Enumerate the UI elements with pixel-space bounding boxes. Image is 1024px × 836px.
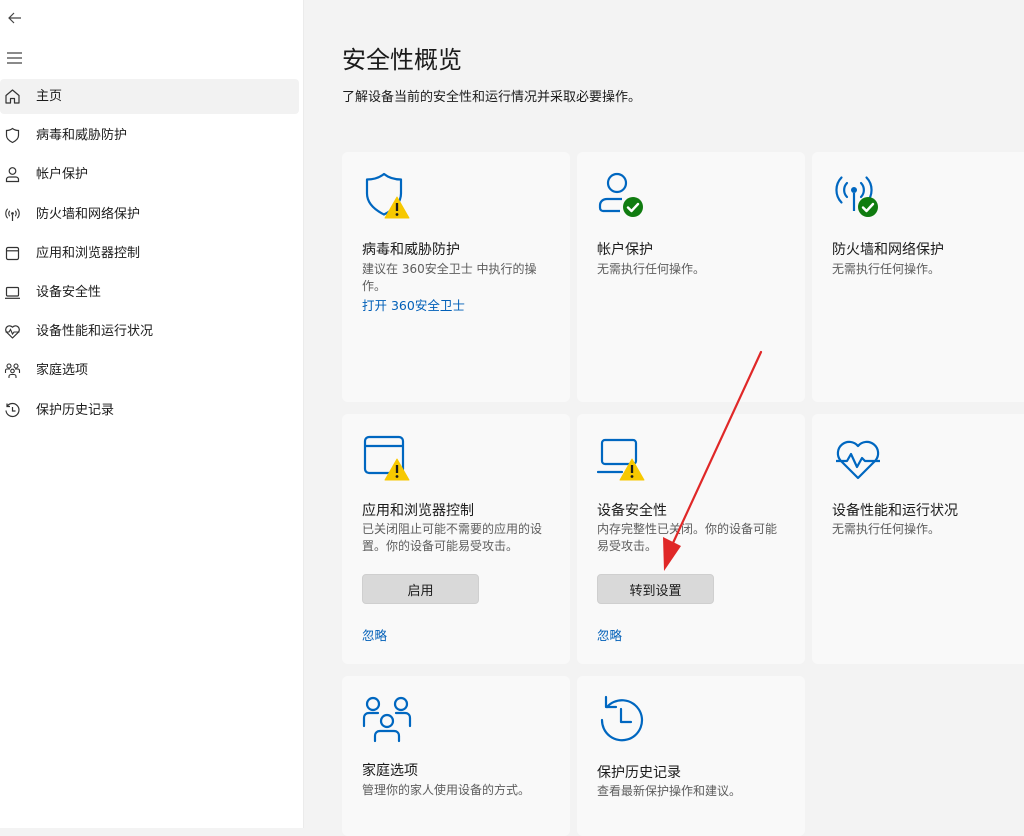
sidebar-nav: 主页 病毒和威胁防护 帐户保护 防火墙和网络保护 应用和浏览器控制 设备安全性 … bbox=[0, 79, 303, 432]
sidebar-item-label: 病毒和威胁防护 bbox=[36, 128, 128, 144]
person-check-icon bbox=[598, 172, 643, 217]
sidebar-item-app-browser[interactable]: 应用和浏览器控制 bbox=[0, 236, 299, 271]
card-title: 家庭选项 bbox=[362, 763, 418, 779]
wifi-antenna-icon bbox=[5, 207, 20, 221]
sidebar-item-family[interactable]: 家庭选项 bbox=[0, 353, 299, 388]
card-description: 无需执行任何操作。 bbox=[597, 262, 706, 276]
page-subtitle: 了解设备当前的安全性和运行情况并采取必要操作。 bbox=[342, 90, 642, 105]
card-title: 设备安全性 bbox=[597, 503, 667, 519]
antenna-check-icon bbox=[835, 176, 878, 217]
card-description: 无需执行任何操作。 bbox=[832, 522, 941, 536]
card-title: 应用和浏览器控制 bbox=[362, 503, 474, 519]
history-icon bbox=[5, 402, 20, 417]
card-description: 管理你的家人使用设备的方式。 bbox=[362, 783, 531, 797]
sidebar-item-virus[interactable]: 病毒和威胁防护 bbox=[0, 118, 299, 153]
sidebar-item-device-health[interactable]: 设备性能和运行状况 bbox=[0, 314, 299, 349]
sidebar-item-history[interactable]: 保护历史记录 bbox=[0, 393, 299, 428]
laptop-icon bbox=[5, 286, 20, 299]
history-icon bbox=[600, 695, 644, 742]
card-protection-history[interactable]: 保护历史记录 查看最新保护操作和建议。 bbox=[577, 676, 805, 836]
sidebar-item-label: 帐户保护 bbox=[36, 167, 89, 183]
card-title: 帐户保护 bbox=[597, 242, 653, 258]
sidebar-item-label: 应用和浏览器控制 bbox=[36, 245, 141, 261]
card-description: 查看最新保护操作和建议。 bbox=[597, 784, 742, 798]
go-to-settings-button[interactable]: 转到设置 bbox=[597, 574, 714, 604]
card-title: 防火墙和网络保护 bbox=[832, 242, 944, 258]
card-title: 设备性能和运行状况 bbox=[832, 503, 958, 519]
sidebar-item-label: 设备性能和运行状况 bbox=[36, 324, 154, 340]
person-icon bbox=[5, 167, 20, 183]
sidebar-item-account[interactable]: 帐户保护 bbox=[0, 157, 299, 192]
card-firewall-network[interactable]: 防火墙和网络保护 无需执行任何操作。 bbox=[812, 152, 1024, 402]
card-title: 保护历史记录 bbox=[597, 765, 681, 781]
app-window-warning-icon bbox=[363, 435, 410, 481]
ignore-link[interactable]: 忽略 bbox=[362, 627, 387, 644]
family-icon bbox=[362, 696, 412, 743]
card-description: 建议在 360安全卫士 中执行的操作。 bbox=[362, 262, 537, 293]
heart-pulse-icon bbox=[836, 440, 880, 480]
shield-icon bbox=[5, 127, 20, 144]
heart-pulse-icon bbox=[5, 325, 20, 339]
card-description: 内存完整性已关闭。你的设备可能易受攻击。 bbox=[597, 522, 778, 553]
back-arrow-icon[interactable] bbox=[6, 9, 24, 27]
sidebar-item-firewall[interactable]: 防火墙和网络保护 bbox=[0, 197, 299, 232]
card-virus-threat[interactable]: 病毒和威胁防护 建议在 360安全卫士 中执行的操作。 打开 360安全卫士 bbox=[342, 152, 570, 402]
page-title: 安全性概览 bbox=[342, 46, 462, 74]
card-device-health[interactable]: 设备性能和运行状况 无需执行任何操作。 bbox=[812, 414, 1024, 664]
card-description: 无需执行任何操作。 bbox=[832, 262, 941, 276]
family-icon bbox=[4, 363, 21, 379]
sidebar-item-label: 防火墙和网络保护 bbox=[36, 206, 141, 222]
card-family-options[interactable]: 家庭选项 管理你的家人使用设备的方式。 bbox=[342, 676, 570, 836]
card-account-protection[interactable]: 帐户保护 无需执行任何操作。 bbox=[577, 152, 805, 402]
card-app-browser-control[interactable]: 应用和浏览器控制 已关闭阻止可能不需要的应用的设置。你的设备可能易受攻击。 启用… bbox=[342, 414, 570, 664]
laptop-warning-icon bbox=[597, 438, 645, 481]
card-title: 病毒和威胁防护 bbox=[362, 242, 460, 258]
sidebar-item-home[interactable]: 主页 bbox=[0, 79, 299, 114]
card-description: 已关闭阻止可能不需要的应用的设置。你的设备可能易受攻击。 bbox=[362, 522, 543, 553]
app-window-icon bbox=[5, 246, 20, 260]
ignore-link[interactable]: 忽略 bbox=[597, 627, 622, 644]
sidebar-item-label: 设备安全性 bbox=[36, 284, 102, 300]
hamburger-menu-icon[interactable] bbox=[6, 49, 24, 67]
home-icon bbox=[5, 89, 20, 104]
open-360-link[interactable]: 打开 360安全卫士 bbox=[362, 297, 465, 314]
sidebar-item-label: 主页 bbox=[36, 89, 63, 104]
sidebar-item-label: 家庭选项 bbox=[36, 363, 89, 379]
card-device-security[interactable]: 设备安全性 内存完整性已关闭。你的设备可能易受攻击。 转到设置 忽略 bbox=[577, 414, 805, 664]
sidebar: 主页 病毒和威胁防护 帐户保护 防火墙和网络保护 应用和浏览器控制 设备安全性 … bbox=[0, 0, 304, 828]
main-content: 安全性概览 了解设备当前的安全性和运行情况并采取必要操作。 病毒和威胁防护 建议… bbox=[304, 0, 1024, 836]
sidebar-item-label: 保护历史记录 bbox=[36, 402, 115, 418]
sidebar-item-device-security[interactable]: 设备安全性 bbox=[0, 275, 299, 310]
shield-warning-icon bbox=[365, 172, 410, 219]
enable-button[interactable]: 启用 bbox=[362, 574, 479, 604]
